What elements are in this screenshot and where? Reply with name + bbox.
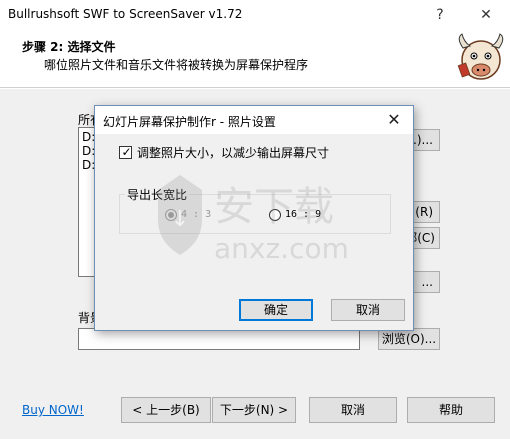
browse-button[interactable]: 浏览(O)... — [378, 328, 440, 350]
dialog-cancel-button[interactable]: 取消 — [331, 299, 405, 321]
window-titlebar: Bullrushsoft SWF to ScreenSaver v1.72 ? … — [0, 0, 510, 30]
bull-logo-icon — [457, 33, 504, 80]
aspect-16-9-radio[interactable] — [269, 209, 281, 221]
resize-checkbox-label[interactable]: 调整照片大小，以减少输出屏幕尺寸 — [137, 144, 329, 161]
help-button[interactable]: 帮助 — [407, 397, 495, 423]
aspect-ratio-group-label: 导出长宽比 — [125, 186, 190, 203]
resize-checkbox[interactable]: ✓ — [119, 145, 132, 159]
next-button[interactable]: 下一步(N) > — [212, 397, 296, 423]
wizard-header: 步骤 2: 选择文件 哪位照片文件和音乐文件将被转换为屏幕保护程序 — [0, 30, 510, 88]
dialog-close-icon[interactable]: ✕ — [383, 109, 405, 131]
window-close-icon[interactable]: ✕ — [474, 4, 498, 26]
dialog-title: 幻灯片屏幕保护制作r - 照片设置 — [103, 115, 276, 129]
checkmark-icon: ✓ — [121, 145, 132, 159]
photo-settings-dialog: 幻灯片屏幕保护制作r - 照片设置 ✕ ✓ 调整照片大小，以减少输出屏幕尺寸 导… — [94, 105, 414, 331]
background-music-field[interactable] — [78, 328, 360, 350]
buy-now-link[interactable]: Buy NOW! — [22, 403, 84, 417]
aspect-4-3-label: 4 : 3 — [181, 209, 212, 220]
window-title: Bullrushsoft SWF to ScreenSaver v1.72 — [8, 7, 243, 21]
help-icon[interactable]: ? — [428, 4, 452, 26]
ok-button[interactable]: 确定 — [239, 299, 313, 321]
dialog-titlebar: 幻灯片屏幕保护制作r - 照片设置 ✕ — [95, 106, 413, 134]
back-button[interactable]: < 上一步(B) — [121, 397, 211, 423]
step-description: 哪位照片文件和音乐文件将被转换为屏幕保护程序 — [44, 58, 309, 72]
step-title: 步骤 2: 选择文件 — [22, 40, 116, 54]
aspect-4-3-radio[interactable] — [165, 209, 177, 221]
cancel-button[interactable]: 取消 — [309, 397, 397, 423]
aspect-16-9-label: 16 : 9 — [285, 209, 322, 220]
